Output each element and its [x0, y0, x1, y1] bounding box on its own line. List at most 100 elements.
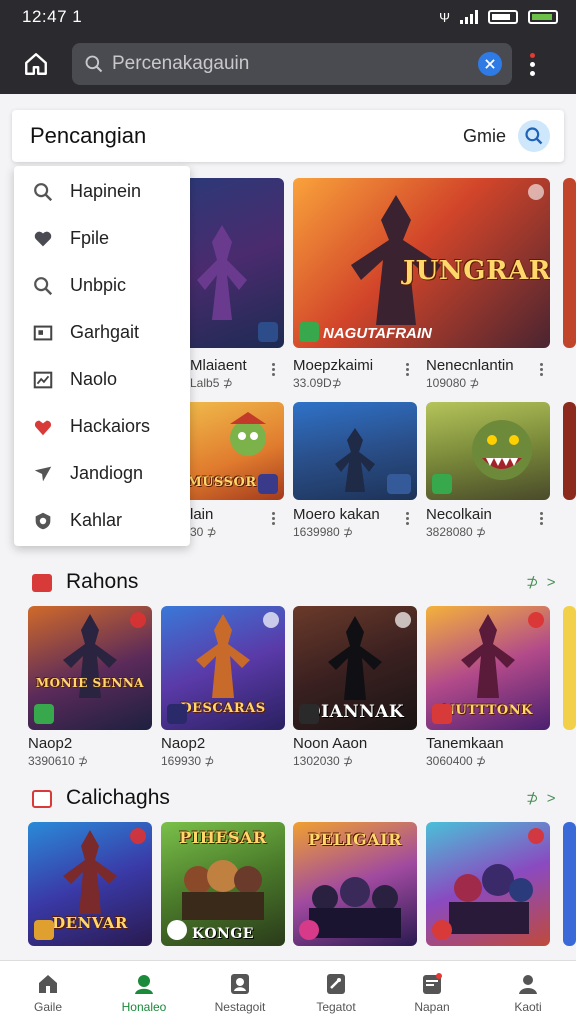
game-meta: 3828080 ⊅	[426, 525, 487, 539]
nav-item-account[interactable]: Nestagoit	[192, 961, 288, 1024]
nav-label: Honaleo	[121, 999, 167, 1014]
menu-item[interactable]: Unbpic	[14, 262, 190, 309]
home-button[interactable]	[20, 48, 52, 80]
nav-item-tag[interactable]: Tegatot	[288, 961, 384, 1024]
game-title[interactable]: Nenecnlantin	[426, 357, 514, 374]
game-title[interactable]: Noon Aaon	[293, 735, 367, 752]
game-title[interactable]: Naop2	[161, 735, 205, 752]
game-cover[interactable]	[563, 822, 576, 946]
search-icon	[34, 276, 53, 295]
search-field[interactable]: Percenakagauin	[72, 43, 512, 85]
menu-item[interactable]: Jandiogn	[14, 450, 190, 497]
game-filter-label[interactable]: Gmie	[463, 126, 506, 147]
nav-item-notifications[interactable]: Napan	[384, 961, 480, 1024]
game-cover[interactable]: PELIGAIR	[293, 822, 417, 946]
nav-label: Kaoti	[514, 999, 542, 1014]
menu-item-label: Garhgait	[70, 322, 140, 342]
menu-item[interactable]: Garhgait	[14, 309, 190, 356]
verified-icon	[34, 704, 54, 724]
game-cover[interactable]: DESCARAS	[161, 606, 285, 730]
game-title[interactable]: lain	[190, 506, 213, 523]
nav-label: Nestagoit	[214, 999, 266, 1014]
close-icon	[485, 59, 495, 69]
page-title: Pencangian	[30, 123, 147, 148]
section-title: Rahons	[66, 570, 139, 593]
menu-item[interactable]: Hapinein	[14, 168, 190, 215]
game-cover[interactable]	[293, 402, 417, 500]
game-cover[interactable]	[563, 606, 576, 730]
hero-figure	[309, 877, 401, 938]
game-cover[interactable]: JUNGRAR NAGUTAFRAIN	[293, 178, 550, 348]
more-options-button[interactable]	[272, 512, 275, 525]
game-cover[interactable]	[426, 822, 550, 946]
badge-icon	[528, 828, 544, 844]
game-title[interactable]: Mlaiaent	[190, 357, 247, 374]
game-cover[interactable]: DENVAR	[28, 822, 152, 946]
game-cover[interactable]	[563, 178, 576, 348]
clear-search-button[interactable]	[478, 52, 502, 76]
platform-icon	[299, 920, 319, 940]
menu-item-label: Unbpic	[70, 275, 127, 295]
more-options-button[interactable]	[406, 363, 409, 376]
game-cover[interactable]: MONIE SENNA	[28, 606, 152, 730]
game-cover[interactable]: PIHESAR KONGE	[161, 822, 285, 946]
hero-figure	[472, 420, 532, 480]
game-title[interactable]: Naop2	[28, 735, 72, 752]
home-icon	[39, 974, 57, 993]
heart-icon	[34, 231, 52, 246]
game-meta: 1302030 ⊅	[293, 754, 354, 768]
more-options-button[interactable]	[406, 512, 409, 525]
more-options-button[interactable]	[540, 512, 543, 525]
game-title[interactable]: Necolkain	[426, 506, 492, 523]
menu-item[interactable]: Naolo	[14, 356, 190, 403]
game-title[interactable]: Tanemkaan	[426, 735, 504, 752]
game-cover[interactable]: NUTTTONK	[426, 606, 550, 730]
game-cover-title: JUNGRAR	[403, 256, 550, 286]
app-bar: Percenakagauin	[0, 34, 576, 94]
game-meta: 1639980 ⊅	[293, 525, 354, 539]
game-cover[interactable]	[563, 402, 576, 500]
menu-item[interactable]: Hackaiors	[14, 403, 190, 450]
header-search-button[interactable]	[518, 120, 550, 152]
nav-item-home[interactable]: Gaile	[0, 961, 96, 1024]
more-options-button[interactable]	[272, 363, 275, 376]
menu-item-label: Jandiogn	[70, 463, 144, 483]
send-icon	[34, 466, 52, 481]
nav-item-profile[interactable]: Honaleo	[96, 961, 192, 1024]
game-meta: 33.09D⊅	[293, 376, 342, 390]
nav-item-person[interactable]: Kaoti	[480, 961, 576, 1024]
search-icon	[525, 127, 543, 145]
platform-icon	[167, 920, 187, 940]
picture-icon	[33, 325, 53, 340]
section-icon	[32, 790, 52, 808]
see-more-button[interactable]: ⊅ >	[526, 789, 558, 807]
menu-item-label: Hapinein	[70, 181, 142, 201]
search-icon	[85, 55, 103, 73]
menu-item-label: Naolo	[70, 369, 118, 389]
battery-saver-icon	[488, 10, 518, 24]
badge-icon	[395, 612, 411, 628]
menu-item[interactable]: Kahlar	[14, 497, 190, 544]
game-cover-subtitle: NAGUTAFRAIN	[323, 325, 432, 342]
hero-figure	[196, 614, 250, 698]
game-cover-title: PIHESAR	[179, 828, 267, 847]
more-options-button[interactable]	[530, 52, 535, 76]
badge-icon	[263, 612, 279, 628]
game-meta: 3390610 ⊅	[28, 754, 89, 768]
game-cover[interactable]	[426, 402, 550, 500]
game-title[interactable]: Moepzkaimi	[293, 357, 373, 374]
search-icon	[34, 182, 53, 201]
game-meta: 169930 ⊅	[161, 754, 215, 768]
hero-figure	[461, 614, 515, 698]
menu-item[interactable]: Fpile	[14, 215, 190, 262]
shield-icon	[35, 512, 51, 529]
status-icons: Ψ	[439, 10, 558, 25]
badge-icon	[528, 612, 544, 628]
game-title[interactable]: Moero kakan	[293, 506, 380, 523]
more-options-button[interactable]	[540, 363, 543, 376]
profile-icon	[135, 974, 153, 994]
game-cover[interactable]: DIANNAK	[293, 606, 417, 730]
see-more-button[interactable]: ⊅ >	[526, 573, 558, 591]
bottom-navigation: Gaile Honaleo Nestagoit Tegatot Napan Ka…	[0, 960, 576, 1024]
game-meta: 30 ⊅	[190, 525, 217, 539]
